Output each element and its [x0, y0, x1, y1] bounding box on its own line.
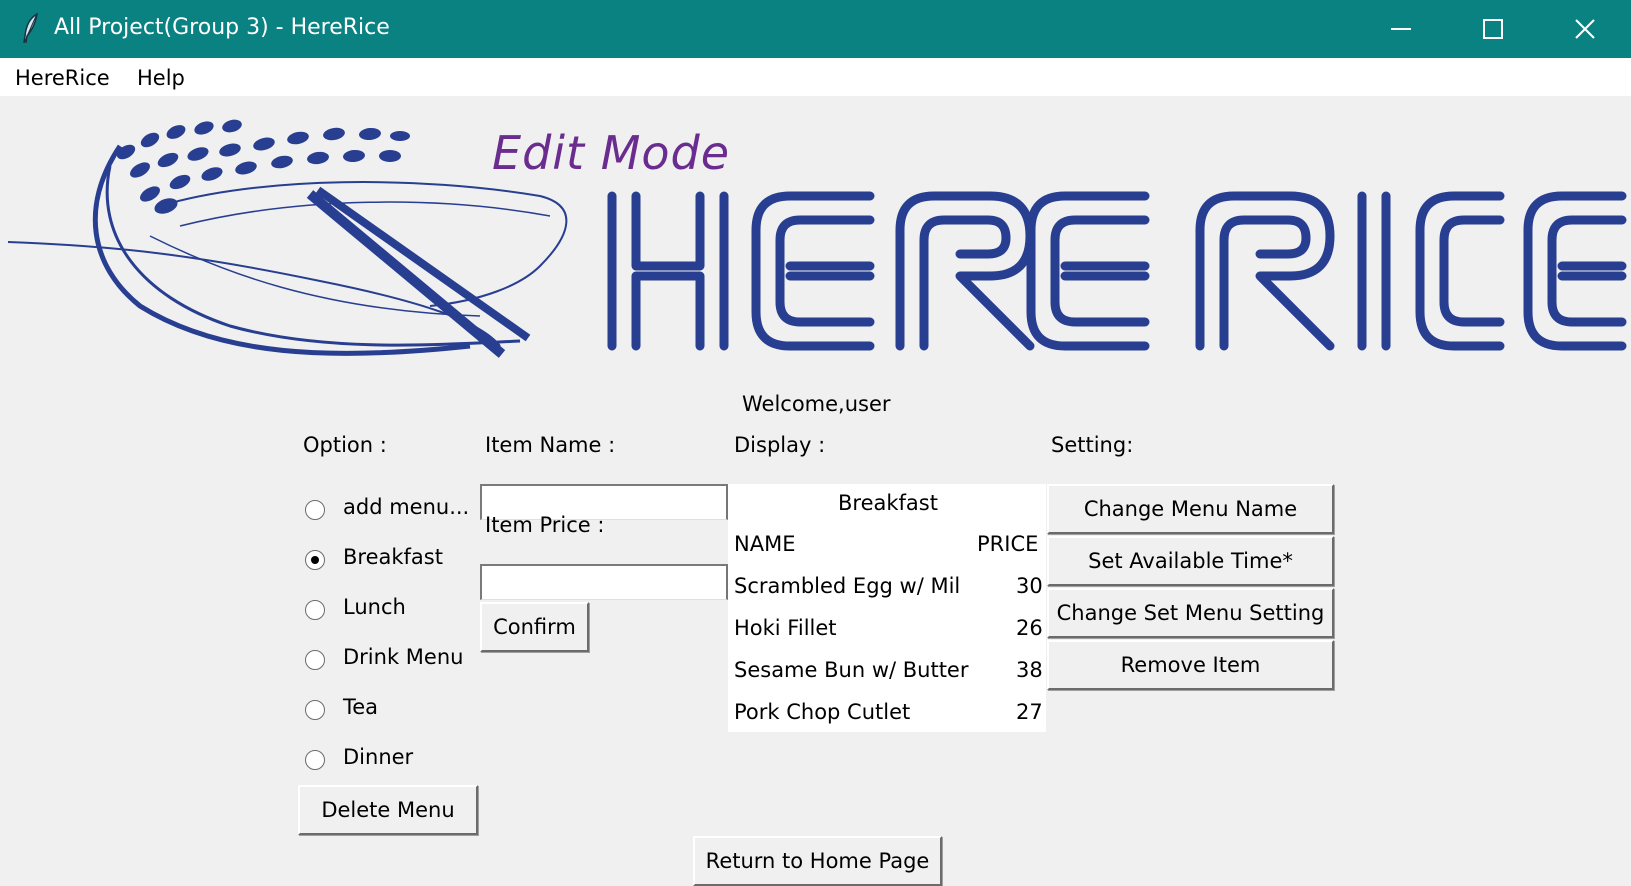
maximize-icon: [1483, 19, 1503, 39]
item-name: Sesame Bun w/ Butter: [734, 658, 969, 682]
change-menu-name-button[interactable]: Change Menu Name: [1047, 484, 1334, 534]
display-label: Display :: [734, 433, 826, 457]
column-header-price: PRICE: [977, 532, 1039, 556]
item-name: Pork Chop Cutlet: [734, 700, 911, 724]
radio-label: add menu...: [343, 495, 470, 519]
item-name: Scrambled Egg w/ Mil: [734, 574, 961, 598]
radio-label: Lunch: [343, 595, 406, 619]
minimize-button[interactable]: [1355, 0, 1447, 58]
main-content: Edit Mode Welcome,user Option : add menu…: [0, 96, 1631, 886]
menu-herrice[interactable]: HereRice: [15, 66, 110, 90]
delete-menu-button[interactable]: Delete Menu: [298, 785, 478, 835]
option-label: Option :: [303, 433, 387, 457]
minimize-icon: [1391, 28, 1411, 30]
close-button[interactable]: [1539, 0, 1631, 58]
radio-button-selected[interactable]: [305, 550, 325, 570]
setting-label: Setting:: [1051, 433, 1134, 457]
confirm-button[interactable]: Confirm: [480, 602, 589, 652]
radio-label: Dinner: [343, 745, 414, 769]
radio-button[interactable]: [305, 600, 325, 620]
item-price: 38: [1016, 658, 1043, 682]
menu-bar: HereRice Help: [0, 58, 1631, 96]
welcome-text: Welcome,user: [742, 392, 891, 416]
set-available-time-button[interactable]: Set Available Time*: [1047, 536, 1334, 586]
change-set-menu-setting-button[interactable]: Change Set Menu Setting: [1047, 588, 1334, 638]
radio-label: Tea: [343, 695, 379, 719]
column-header-name: NAME: [734, 532, 796, 556]
radio-button[interactable]: [305, 500, 325, 520]
item-price: 26: [1016, 616, 1043, 640]
radio-label: Drink Menu: [343, 645, 464, 669]
feather-icon: [20, 12, 42, 48]
item-price: 27: [1016, 700, 1043, 724]
menu-help[interactable]: Help: [137, 66, 185, 90]
item-name-label: Item Name :: [485, 433, 616, 457]
radio-button[interactable]: [305, 700, 325, 720]
return-home-button[interactable]: Return to Home Page: [693, 836, 942, 886]
close-icon: [1575, 19, 1595, 39]
item-price: 30: [1016, 574, 1043, 598]
item-price-input[interactable]: [480, 564, 728, 600]
item-name: Hoki Fillet: [734, 616, 837, 640]
title-bar: All Project(Group 3) - HereRice: [0, 0, 1631, 58]
remove-item-button[interactable]: Remove Item: [1047, 640, 1334, 690]
here-rice-logo: [7, 119, 1627, 358]
window-title: All Project(Group 3) - HereRice: [54, 15, 390, 40]
radio-label: Breakfast: [343, 545, 443, 569]
item-price-label: Item Price :: [485, 513, 605, 537]
radio-button[interactable]: [305, 650, 325, 670]
radio-button[interactable]: [305, 750, 325, 770]
edit-mode-label: Edit Mode: [492, 126, 731, 180]
menu-display: Breakfast NAME PRICE Scrambled Egg w/ Mi…: [728, 484, 1046, 732]
maximize-button[interactable]: [1447, 0, 1539, 58]
menu-title: Breakfast: [838, 491, 938, 515]
